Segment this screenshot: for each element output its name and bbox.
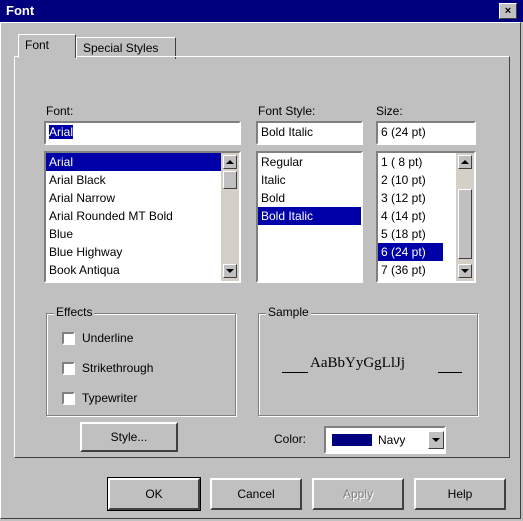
apply-button[interactable]: Apply <box>312 478 404 510</box>
typewriter-label[interactable]: Typewriter <box>82 391 137 405</box>
list-item[interactable]: Bold <box>258 189 361 207</box>
sample-line-right <box>438 372 462 373</box>
color-swatch <box>332 434 372 446</box>
cancel-button[interactable]: Cancel <box>210 478 302 510</box>
list-item[interactable]: Blue <box>46 225 239 243</box>
tab-font[interactable]: Font <box>18 34 76 58</box>
sample-title: Sample <box>266 305 311 319</box>
scroll-thumb[interactable] <box>458 189 472 259</box>
strikethrough-label[interactable]: Strikethrough <box>82 361 153 375</box>
list-item[interactable]: Arial Narrow <box>46 189 239 207</box>
size-label: Size: <box>376 104 403 118</box>
scroll-down-icon[interactable] <box>223 264 237 278</box>
list-item[interactable]: Arial Rounded MT Bold <box>46 207 239 225</box>
list-item[interactable]: 6 (24 pt) <box>378 243 443 261</box>
style-button[interactable]: Style... <box>80 422 178 452</box>
ok-button[interactable]: OK <box>107 477 201 511</box>
tab-font-label: Font <box>25 38 50 52</box>
font-style-list[interactable]: Regular Italic Bold Bold Italic <box>256 151 363 283</box>
list-item[interactable]: Blue Highway <box>46 243 239 261</box>
scroll-thumb[interactable] <box>223 171 237 189</box>
color-value: Navy <box>378 433 406 447</box>
list-item[interactable]: Bold Italic <box>258 207 361 225</box>
size-input[interactable]: 6 (24 pt) <box>376 121 476 145</box>
list-item[interactable]: Book Antiqua <box>46 261 239 279</box>
scroll-up-icon[interactable] <box>223 155 237 169</box>
font-style-input[interactable]: Bold Italic <box>256 121 363 145</box>
underline-label[interactable]: Underline <box>82 331 133 345</box>
font-input[interactable]: Arial <box>44 121 241 145</box>
sample-line-left <box>282 372 308 373</box>
tab-special-styles-label: Special Styles <box>83 41 159 55</box>
list-item[interactable]: Regular <box>258 153 361 171</box>
title-bar <box>0 0 523 22</box>
list-item[interactable]: Arial <box>46 153 239 171</box>
strikethrough-checkbox[interactable] <box>62 362 75 375</box>
color-select[interactable]: Navy <box>324 426 446 454</box>
font-input-value: Arial <box>49 125 74 139</box>
size-list-scrollbar[interactable] <box>456 153 474 281</box>
font-list[interactable]: Arial Arial Black Arial Narrow Arial Rou… <box>44 151 241 283</box>
list-item[interactable]: Arial Black <box>46 171 239 189</box>
sample-text: AaBbYyGgLlJj <box>310 355 405 371</box>
color-label: Color: <box>274 432 307 446</box>
font-label: Font: <box>46 104 74 118</box>
scroll-down-icon[interactable] <box>458 264 472 278</box>
underline-checkbox[interactable] <box>62 332 75 345</box>
dropdown-arrow-icon[interactable] <box>428 431 444 449</box>
effects-title: Effects <box>54 305 95 319</box>
typewriter-checkbox[interactable] <box>62 392 75 405</box>
font-style-label: Font Style: <box>258 104 316 118</box>
scroll-up-icon[interactable] <box>458 155 472 169</box>
font-list-scrollbar[interactable] <box>221 153 239 281</box>
help-button[interactable]: Help <box>414 478 506 510</box>
close-icon[interactable]: × <box>499 3 517 19</box>
window-title: Font <box>6 3 35 18</box>
list-item[interactable]: Italic <box>258 171 361 189</box>
